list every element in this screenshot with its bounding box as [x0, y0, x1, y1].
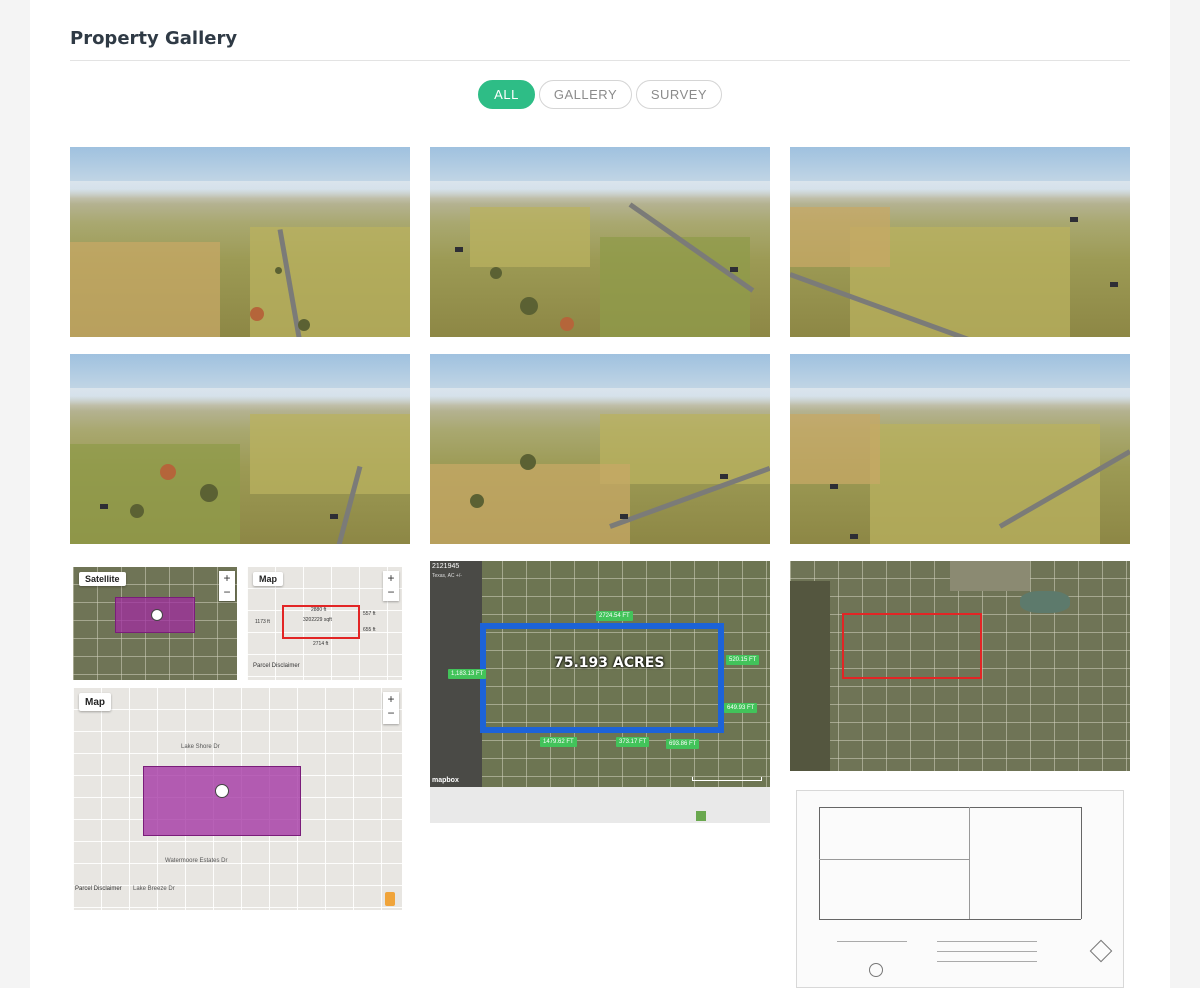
map-type-selector[interactable]: Satellite	[79, 572, 126, 586]
listing-location: Texas, AC +/-	[432, 573, 462, 579]
dim-tag-7: 693.86 FT	[666, 739, 700, 749]
gallery-satellite-boundary[interactable]	[790, 561, 1130, 771]
mapbox-logo: mapbox	[432, 777, 459, 784]
gallery-map-acreage[interactable]: 75.193 ACRES 2724.54 FT 1,183.13 FT 520.…	[430, 561, 770, 823]
location-pin-icon-large	[215, 784, 229, 798]
edge-label-right: 557 ft	[363, 611, 376, 617]
acreage-boundary	[480, 623, 724, 733]
edge-label-left: 1173 ft	[255, 619, 270, 625]
zoom-controls[interactable]: + −	[219, 571, 235, 601]
parcel-overlay-large	[143, 766, 301, 836]
dim-tag-3: 520.15 FT	[726, 655, 760, 665]
edge-label-top: 2880 ft	[311, 607, 327, 613]
gallery-map-satellite[interactable]: Satellite + −	[73, 567, 237, 680]
dim-tag-6: 373.17 FT	[616, 737, 650, 747]
brand-logo-icon	[696, 811, 706, 821]
gallery-photo-3[interactable]	[790, 147, 1130, 337]
listing-id: 2121945	[432, 563, 460, 570]
property-boundary	[842, 613, 982, 679]
title-divider	[70, 60, 1130, 61]
gallery-map-road[interactable]: Map + − Lake Shore Dr Watermoore Estates …	[73, 688, 402, 910]
dim-tag-4: 649.93 FT	[724, 703, 758, 713]
scale-bar	[692, 777, 762, 781]
filter-survey-button[interactable]: SURVEY	[636, 80, 722, 109]
gallery-survey-document[interactable]	[796, 790, 1124, 988]
gallery-photo-6[interactable]	[790, 354, 1130, 544]
filter-gallery-button[interactable]: GALLERY	[539, 80, 632, 109]
gallery-photo-2[interactable]	[430, 147, 770, 337]
gallery-photo-1[interactable]	[70, 147, 410, 337]
gallery-photo-4[interactable]	[70, 354, 410, 544]
filter-all-button[interactable]: ALL	[478, 80, 535, 109]
acreage-label: 75.193 ACRES	[554, 655, 665, 671]
pegman-icon[interactable]	[385, 892, 395, 906]
street-label-watermoore: Watermoore Estates Dr	[165, 858, 228, 864]
parcel-disclaimer-link[interactable]: Parcel Disclaimer	[253, 663, 300, 669]
parcel-disclaimer-link-large[interactable]: Parcel Disclaimer	[75, 886, 122, 892]
zoom-controls-large[interactable]: + −	[383, 692, 399, 724]
gallery-map-measure[interactable]: Map + − 2880 ft 3202229 sqft 1173 ft 557 …	[247, 567, 402, 680]
map-type-selector-measure[interactable]: Map	[253, 572, 283, 586]
dim-tag-5: 1479.62 FT	[540, 737, 577, 747]
zoom-controls-measure[interactable]: + −	[383, 571, 399, 601]
page-title: Property Gallery	[70, 28, 238, 49]
edge-label-bottom: 2714 ft	[313, 641, 329, 647]
dim-tag-1: 2724.54 FT	[596, 611, 633, 621]
street-label-lake-breeze: Lake Breeze Dr	[133, 886, 175, 892]
location-pin-icon	[151, 609, 163, 621]
map-type-selector-large[interactable]: Map	[79, 693, 111, 711]
north-arrow-icon	[1089, 939, 1113, 963]
gallery-photo-5[interactable]	[430, 354, 770, 544]
street-label-lake-shore: Lake Shore Dr	[181, 744, 220, 750]
survey-seal-icon	[869, 963, 883, 977]
area-label: 3202229 sqft	[303, 617, 332, 623]
dim-tag-2: 1,183.13 FT	[448, 669, 487, 679]
edge-label-right-low: 655 ft	[363, 627, 376, 633]
